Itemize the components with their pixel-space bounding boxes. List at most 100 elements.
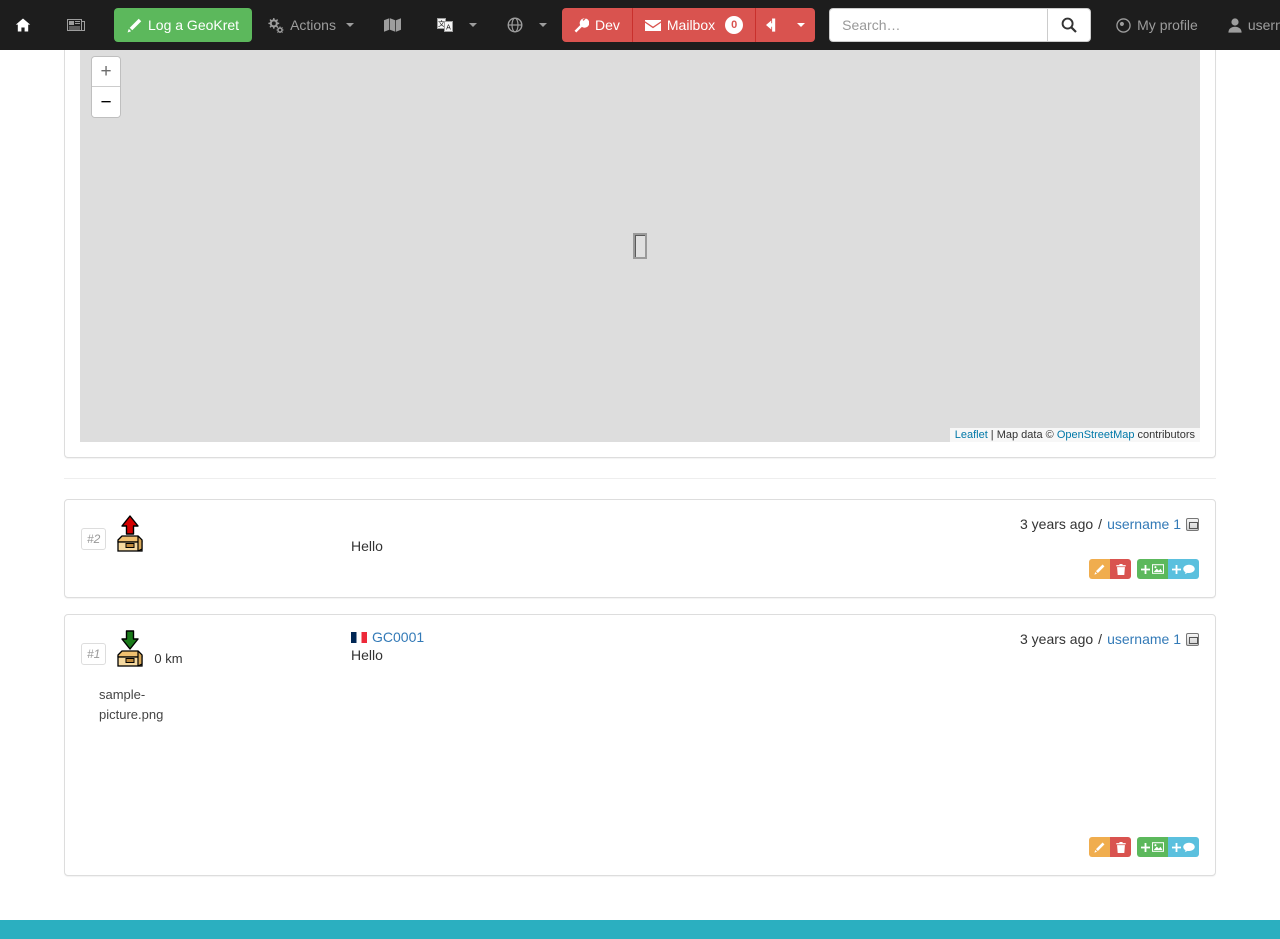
navbar-dev-group: Dev Mailbox 0: [561, 8, 816, 42]
nav-actions-label: Actions: [290, 17, 336, 33]
nav-actions[interactable]: Actions: [252, 0, 369, 50]
country-flag-icon: [351, 631, 367, 643]
log-add-picture-button[interactable]: [1137, 559, 1168, 579]
chevron-down-icon: [797, 23, 806, 27]
log-source-icon: [1186, 517, 1199, 531]
map-attribution: Leaflet | Map data © OpenStreetMap contr…: [949, 428, 1200, 442]
wrench-icon: [574, 17, 589, 33]
waypoint-link[interactable]: GC0001: [372, 629, 424, 645]
log-actions: [1089, 837, 1199, 857]
nav-my-profile-label: My profile: [1137, 17, 1198, 33]
box-up-arrow-icon: [114, 514, 146, 556]
chevron-down-icon: [345, 23, 354, 27]
search-form: [829, 8, 1092, 42]
attachment-broken-image: sample-picture.png: [99, 687, 164, 722]
log-actions: [1089, 559, 1199, 579]
plus-icon: [1172, 564, 1181, 574]
log-author-link[interactable]: username 1: [1107, 516, 1181, 532]
log-edit-button[interactable]: [1089, 837, 1110, 857]
log-left-column: #2: [81, 514, 281, 556]
page-content: + − Leaflet | Map data © OpenStreetMap c…: [0, 50, 1280, 922]
log-comment: Hello: [351, 647, 383, 663]
nav-home[interactable]: [0, 0, 52, 50]
trash-icon: [1115, 563, 1126, 575]
map-marker-broken-image: [633, 233, 647, 259]
log-actions-add-group: [1137, 837, 1199, 857]
log-add-comment-button[interactable]: [1168, 559, 1199, 579]
log-distance: 0 km: [154, 651, 183, 666]
trash-icon: [1115, 841, 1126, 853]
log-left-top: #1 0 km: [81, 629, 281, 671]
nav-user-menu[interactable]: username 1: [1213, 0, 1280, 50]
log-meta-separator: /: [1098, 631, 1103, 647]
plus-icon: [1141, 564, 1150, 574]
log-actions-edit-group: [1089, 837, 1131, 857]
map-zoom-in-button[interactable]: +: [92, 57, 120, 87]
log-attachment[interactable]: sample-picture.png: [81, 671, 281, 725]
nav-login[interactable]: [756, 8, 816, 42]
search-icon: [1061, 17, 1077, 33]
leaflet-map[interactable]: + − Leaflet | Map data © OpenStreetMap c…: [80, 50, 1200, 442]
envelope-icon: [644, 19, 661, 32]
home-icon: [15, 17, 31, 33]
log-left-column: #1 0 km sample-picture.png: [81, 629, 281, 725]
log-number-badge: #2: [81, 528, 107, 550]
map-zoom-control: + −: [91, 56, 121, 118]
pencil-icon: [127, 18, 142, 33]
log-add-comment-button[interactable]: [1168, 837, 1199, 857]
navbar-left-group: Log a GeoKret Actions 文 A Dev Mailbox 0: [0, 0, 816, 50]
nav-news[interactable]: [52, 0, 106, 50]
nav-username-label: username 1: [1247, 17, 1280, 33]
search-input[interactable]: [829, 8, 1048, 42]
sign-in-icon: [766, 18, 781, 32]
compass-icon: [1116, 17, 1131, 33]
attribution-suffix: contributors: [1134, 429, 1195, 441]
log-add-picture-button[interactable]: [1137, 837, 1168, 857]
log-entry-card: #1 0 km sample-picture.png GC0001 Hello …: [64, 614, 1216, 876]
log-author-link[interactable]: username 1: [1107, 631, 1181, 647]
map-panel: + − Leaflet | Map data © OpenStreetMap c…: [64, 50, 1216, 458]
log-source-icon: [1186, 632, 1199, 646]
log-number-badge: #1: [81, 643, 107, 665]
log-body: #2 Hello 3 years ago / username 1: [65, 500, 1215, 562]
leaflet-link[interactable]: Leaflet: [955, 429, 988, 441]
svg-text:文: 文: [438, 19, 445, 28]
log-meta-separator: /: [1098, 516, 1103, 532]
nav-my-profile[interactable]: My profile: [1101, 0, 1213, 50]
picture-icon: [1152, 842, 1164, 852]
log-edit-button[interactable]: [1089, 559, 1110, 579]
comment-icon: [1183, 842, 1195, 853]
nav-mailbox-label: Mailbox: [666, 17, 716, 33]
log-geokret-label: Log a GeoKret: [148, 17, 240, 33]
log-meta: 3 years ago / username 1: [1020, 516, 1199, 532]
log-meta: 3 years ago / username 1: [1020, 631, 1199, 647]
nav-dev[interactable]: Dev: [561, 8, 633, 42]
log-time: 3 years ago: [1020, 631, 1094, 647]
log-actions-edit-group: [1089, 559, 1131, 579]
picture-icon: [1152, 564, 1164, 574]
user-icon: [1228, 17, 1242, 33]
navbar-right-group: My profile username 1: [815, 0, 1280, 50]
globe-icon: [507, 17, 523, 33]
log-delete-button[interactable]: [1110, 837, 1131, 857]
log-body: #1 0 km sample-picture.png GC0001 Hello …: [65, 615, 1215, 731]
map-zoom-out-button[interactable]: −: [92, 87, 120, 117]
gears-icon: [267, 17, 284, 33]
openstreetmap-link[interactable]: OpenStreetMap: [1057, 429, 1135, 441]
section-divider: [64, 478, 1216, 479]
comment-icon: [1183, 564, 1195, 575]
top-navbar: Log a GeoKret Actions 文 A Dev Mailbox 0 …: [0, 0, 1280, 50]
log-entry-card: #2 Hello 3 years ago / username 1: [64, 499, 1216, 598]
map-icon: [383, 17, 401, 33]
log-geokret-button[interactable]: Log a GeoKret: [114, 8, 253, 42]
log-actions-add-group: [1137, 559, 1199, 579]
box-down-arrow-icon: [114, 629, 146, 671]
nav-mailbox[interactable]: Mailbox 0: [632, 8, 757, 42]
log-delete-button[interactable]: [1110, 559, 1131, 579]
nav-map[interactable]: [369, 0, 422, 50]
nav-language[interactable]: 文 A: [422, 0, 492, 50]
search-button[interactable]: [1047, 8, 1092, 42]
bottom-spacer: [0, 892, 1280, 922]
nav-globe[interactable]: [492, 0, 562, 50]
svg-text:A: A: [446, 25, 451, 32]
